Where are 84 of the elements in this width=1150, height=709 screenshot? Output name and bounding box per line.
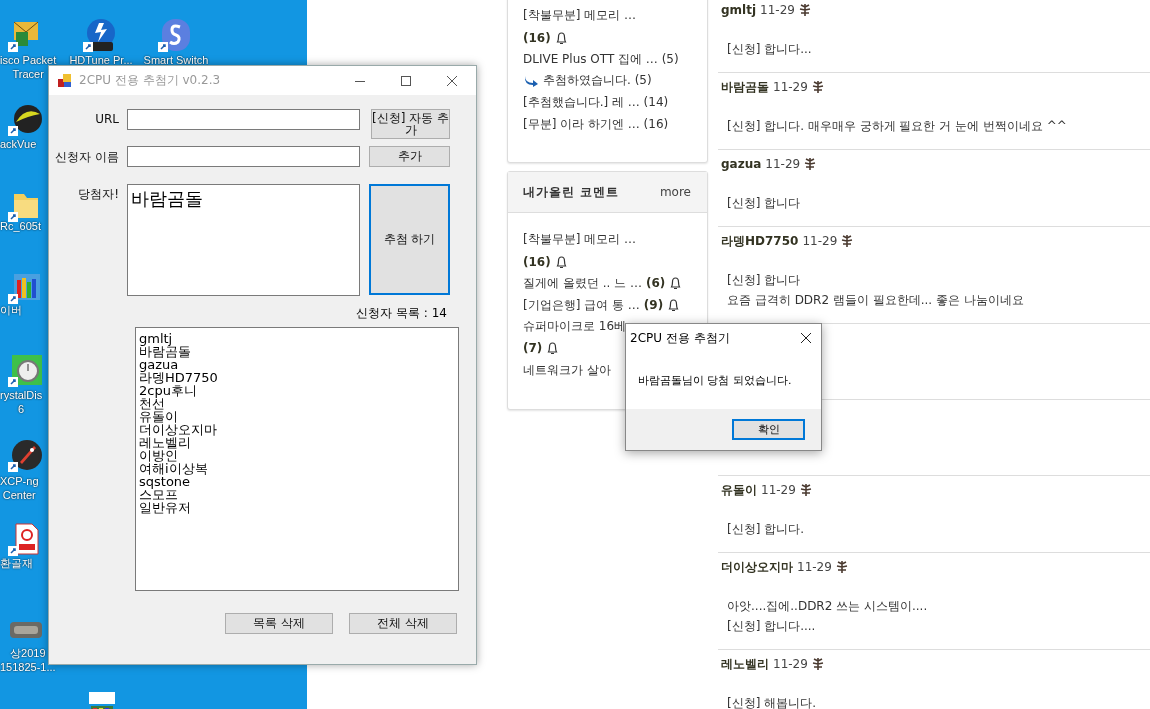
close-icon[interactable]	[800, 332, 812, 344]
comment-author[interactable]: gmltj	[721, 3, 757, 17]
post-link[interactable]: [기업은행] 급여 통 …	[523, 296, 640, 314]
post-link[interactable]: [추첨했습니다.] 레 … (14)	[523, 94, 669, 112]
list-item[interactable]: gmltj	[139, 332, 455, 345]
comment-date: 11-29	[797, 560, 832, 574]
post-link[interactable]: [착불무분] 메모리 …	[523, 231, 636, 249]
delete-selected-button[interactable]: 목록 삭제	[225, 613, 333, 634]
app-shortcut-icon[interactable]	[8, 102, 44, 136]
post-link[interactable]: [무분] 이라 하기엔 … (16)	[523, 115, 669, 133]
comment-date: 11-29	[802, 234, 838, 248]
applicant-count: 신청자 목록 : 14	[356, 305, 447, 321]
comment-text: [신청] 합니다....	[727, 618, 817, 635]
winner-name: 바람곰돌	[131, 188, 203, 209]
list-item[interactable]: 더이상오지마	[139, 423, 455, 436]
comment-count: (6)	[645, 276, 666, 291]
comment-author[interactable]: 더이상오지마	[721, 558, 793, 576]
name-label: 신청자 이름	[54, 149, 120, 166]
post-link[interactable]: [착불무분] 메모리 …	[523, 7, 636, 25]
comment-count: (9)	[643, 298, 664, 313]
comment-author[interactable]: 바람곰돌	[721, 78, 769, 96]
comment-date: 11-29	[773, 80, 808, 94]
url-label: URL	[94, 112, 120, 126]
comment-count: (7)	[523, 341, 543, 356]
leaf-icon	[811, 80, 824, 94]
window-title: 2CPU 전용 추첨기 v0.2.3	[79, 72, 221, 89]
leaf-icon	[799, 483, 812, 497]
maximize-icon[interactable]	[400, 74, 412, 87]
list-item[interactable]: 유돌이	[139, 410, 455, 423]
list-item[interactable]: 천선	[139, 397, 455, 410]
comment-date: 11-29	[773, 657, 808, 671]
auto-add-button[interactable]: [신청] 자동 추가	[371, 109, 450, 139]
comment-date: 11-29	[760, 3, 795, 17]
list-item[interactable]: 스모프	[139, 488, 455, 501]
list-item[interactable]: 바람곰돌	[139, 345, 455, 358]
comment-author[interactable]: 라뎅HD7750	[721, 232, 799, 250]
app-shortcut-icon[interactable]	[8, 438, 44, 472]
comment-text: 요즘 급격히 DDR2 램들이 필요한데... 좋은 나눔이네요	[727, 292, 1025, 309]
list-item[interactable]: 이방인	[139, 449, 455, 462]
more-link[interactable]: more	[659, 185, 691, 200]
leaf-icon	[841, 234, 854, 248]
post-link[interactable]: 네트워크가 살아	[523, 361, 611, 379]
leaf-icon	[835, 560, 848, 574]
leaf-icon	[804, 157, 817, 171]
list-item[interactable]: 레노벨리	[139, 436, 455, 449]
dialog-title: 2CPU 전용 추첨기	[630, 329, 730, 347]
list-item[interactable]: 2cpu후니	[139, 384, 455, 397]
list-item[interactable]: gazua	[139, 358, 455, 371]
comment-count: (16)	[523, 254, 551, 269]
post-link[interactable]: 추첨하였습니다. (5)	[543, 72, 652, 90]
add-button[interactable]: 추가	[369, 146, 450, 167]
name-field[interactable]	[127, 146, 360, 167]
list-item[interactable]: sqstone	[139, 475, 455, 488]
comment-text: [신청] 합니다	[727, 272, 802, 289]
comment-text: [신청] 해봅니다.	[727, 695, 817, 709]
applicant-list[interactable]: gmltj 바람곰돌 gazua 라뎅HD7750 2cpu후니 천선 유돌이 더이상오지마 레노벨리 이방인 여해i이상복 sqstone 스모프 일반유저	[135, 327, 459, 591]
comment-author[interactable]: 레노벨리	[721, 655, 769, 673]
post-link[interactable]: 질게에 올렸던 .. 느 …	[523, 274, 642, 292]
list-item[interactable]: 일반유저	[139, 501, 455, 514]
comment-text: [신청] 합니다...	[727, 41, 813, 58]
comment-text: [신청] 합니다. 매우매우 궁하게 필요한 거 눈에 번쩍이네요 ^^	[727, 118, 1068, 135]
delete-all-button[interactable]: 전체 삭제	[349, 613, 457, 634]
list-item[interactable]: 라뎅HD7750	[139, 371, 455, 384]
dialog-message: 바람곰돌님이 당첨 되었습니다.	[638, 374, 792, 387]
draw-button[interactable]: 추첨 하기	[369, 184, 450, 295]
post-link[interactable]: DLIVE Plus OTT 집에 … (5)	[523, 50, 679, 68]
comment-date: 11-29	[761, 483, 796, 497]
url-field[interactable]	[127, 109, 360, 130]
card-title: 내가올린 코멘트	[523, 183, 620, 201]
app-icon	[57, 72, 73, 89]
comment-date: 11-29	[765, 157, 801, 171]
comment-text: [신청] 합니다	[727, 195, 802, 212]
post-link[interactable]: 슈퍼마이크로 16베	[523, 318, 627, 336]
comment-count: (16)	[523, 30, 551, 45]
comment-text: 아앗....집에..DDR2 쓰는 시스템이....	[727, 598, 929, 615]
leaf-icon	[798, 3, 811, 17]
close-icon[interactable]	[446, 74, 458, 87]
comment-author[interactable]: gazua	[721, 157, 762, 171]
winner-label: 당첨자!	[77, 186, 120, 203]
comment-author[interactable]: 유돌이	[721, 481, 757, 499]
list-item[interactable]: 여해i이상복	[139, 462, 455, 475]
ok-button[interactable]: 확인	[732, 419, 805, 440]
leaf-icon	[811, 657, 824, 671]
comment-text: [신청] 합니다.	[727, 521, 805, 538]
